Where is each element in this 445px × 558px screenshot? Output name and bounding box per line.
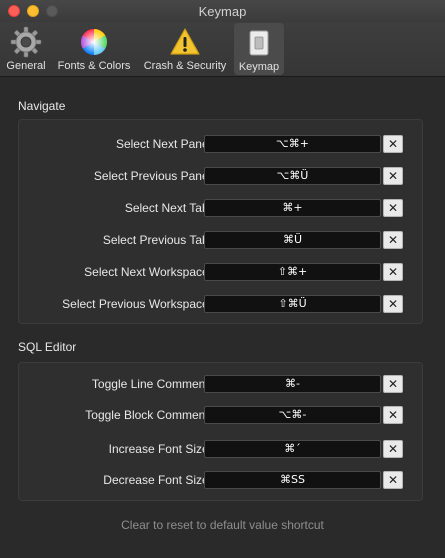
shortcut-row: Select Next Pane: ⌥⌘+ ✕	[19, 135, 424, 155]
color-wheel-icon	[77, 25, 111, 59]
footer-hint: Clear to reset to default value shortcut	[121, 518, 324, 532]
shortcut-field[interactable]: ⌘+	[204, 199, 381, 217]
shortcut-label: Decrease Font Size:	[103, 473, 212, 487]
shortcut-row: Select Previous Tab: ⌘Ü ✕	[19, 231, 424, 251]
shortcut-field[interactable]: ⌥⌘Ü	[204, 167, 381, 185]
navigate-section-title: Navigate	[18, 99, 66, 113]
shortcut-field[interactable]: ⌘SS	[204, 471, 381, 489]
shortcut-field[interactable]: ⇧⌘Ü	[204, 295, 381, 313]
shortcut-field[interactable]: ⇧⌘+	[204, 263, 381, 281]
preferences-toolbar: General Fonts & Colors Crash & Security …	[0, 22, 445, 77]
shortcut-row: Decrease Font Size: ⌘SS ✕	[19, 471, 424, 491]
clear-shortcut-button[interactable]: ✕	[383, 406, 403, 424]
shortcut-field[interactable]: ⌘-	[204, 375, 381, 393]
shortcut-row: Select Next Tab: ⌘+ ✕	[19, 199, 424, 219]
shortcut-label: Increase Font Size:	[108, 442, 212, 456]
shortcut-row: Increase Font Size: ⌘´ ✕	[19, 440, 424, 460]
clear-shortcut-button[interactable]: ✕	[383, 167, 403, 185]
sql-editor-section-title: SQL Editor	[18, 340, 77, 354]
clear-shortcut-button[interactable]: ✕	[383, 263, 403, 281]
shortcut-label: Toggle Block Comment:	[85, 408, 212, 422]
shortcut-row: Toggle Block Comment: ⌥⌘- ✕	[19, 406, 424, 426]
tab-crash-security-label: Crash & Security	[143, 60, 227, 72]
tab-general[interactable]: General	[4, 22, 48, 76]
tab-fonts-colors[interactable]: Fonts & Colors	[54, 22, 134, 76]
clear-shortcut-button[interactable]: ✕	[383, 375, 403, 393]
shortcut-row: Select Previous Workspace: ⇧⌘Ü ✕	[19, 295, 424, 315]
clear-shortcut-button[interactable]: ✕	[383, 471, 403, 489]
keymap-icon	[242, 26, 276, 60]
shortcut-label: Select Previous Workspace:	[62, 297, 212, 311]
shortcut-row: Select Next Workspace: ⇧⌘+ ✕	[19, 263, 424, 283]
shortcut-label: Select Next Tab:	[124, 201, 212, 215]
shortcut-label: Select Previous Pane:	[93, 169, 212, 183]
shortcut-row: Toggle Line Comment: ⌘- ✕	[19, 375, 424, 395]
shortcut-field[interactable]: ⌥⌘+	[204, 135, 381, 153]
title-bar: Keymap	[0, 0, 445, 22]
tab-general-label: General	[6, 60, 46, 72]
navigate-group: Select Next Pane: ⌥⌘+ ✕ Select Previous …	[18, 119, 423, 324]
clear-shortcut-button[interactable]: ✕	[383, 135, 403, 153]
shortcut-field[interactable]: ⌘Ü	[204, 231, 381, 249]
shortcut-label: Select Next Workspace:	[84, 265, 212, 279]
shortcut-row: Select Previous Pane: ⌥⌘Ü ✕	[19, 167, 424, 187]
tab-fonts-colors-label: Fonts & Colors	[57, 60, 131, 72]
window-title: Keymap	[198, 4, 247, 19]
clear-shortcut-button[interactable]: ✕	[383, 199, 403, 217]
tab-keymap-label: Keymap	[238, 61, 280, 73]
tab-keymap[interactable]: Keymap	[234, 23, 284, 75]
clear-shortcut-button[interactable]: ✕	[383, 231, 403, 249]
shortcut-field[interactable]: ⌥⌘-	[204, 406, 381, 424]
clear-shortcut-button[interactable]: ✕	[383, 295, 403, 313]
preferences-window: Keymap General Fonts & Colors Crash & Se…	[0, 0, 445, 558]
shortcut-label: Select Next Pane:	[115, 137, 212, 151]
shortcut-label: Toggle Line Comment:	[91, 377, 212, 391]
sql-editor-group: Toggle Line Comment: ⌘- ✕ Toggle Block C…	[18, 362, 423, 501]
clear-shortcut-button[interactable]: ✕	[383, 440, 403, 458]
shortcut-label: Select Previous Tab:	[102, 233, 212, 247]
tab-crash-security[interactable]: Crash & Security	[139, 22, 231, 76]
shortcut-field[interactable]: ⌘´	[204, 440, 381, 458]
gear-icon	[9, 25, 43, 59]
warning-icon	[168, 25, 202, 59]
